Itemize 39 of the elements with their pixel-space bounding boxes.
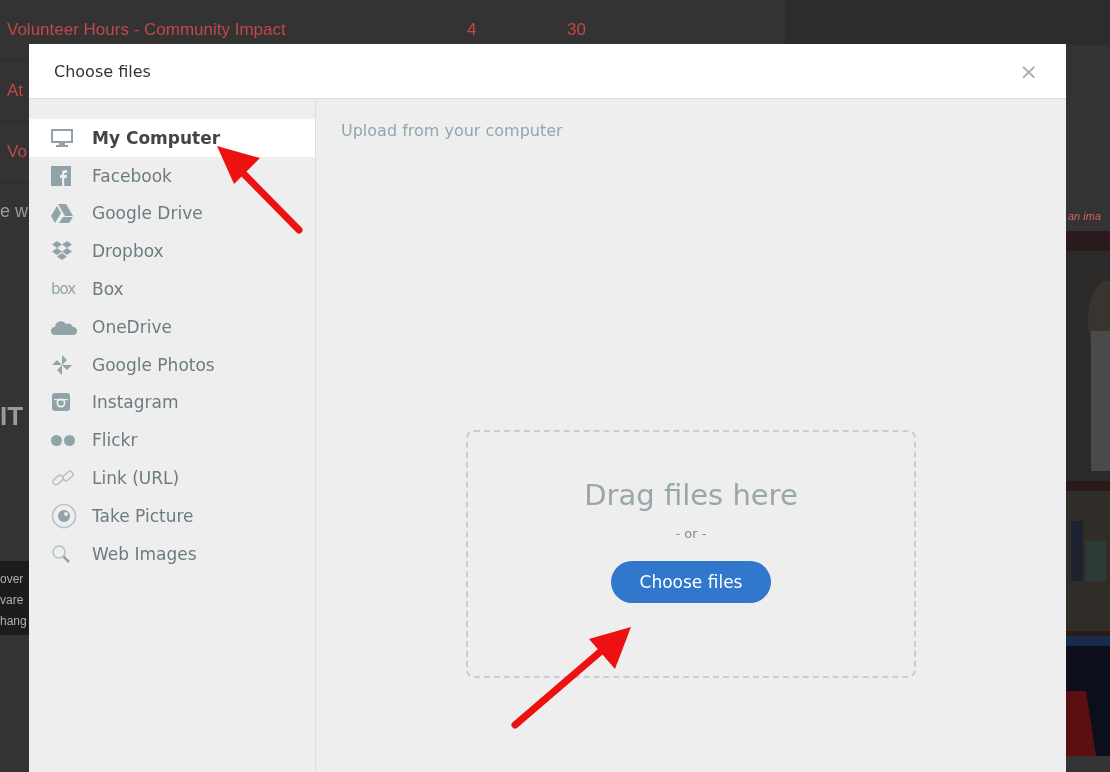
table-cell: 30: [567, 20, 586, 40]
source-item[interactable]: OneDrive: [29, 308, 315, 346]
or-text: - or -: [675, 526, 707, 541]
table-cell-text: At: [7, 81, 25, 101]
monitor-icon: [51, 128, 73, 147]
logo-text: IT: [0, 401, 24, 431]
dialog-title: Choose files: [54, 61, 151, 81]
caption: an ima: [1068, 210, 1102, 222]
instagram-icon: [51, 392, 71, 413]
source-item[interactable]: box Box: [29, 270, 315, 308]
close-button[interactable]: ×: [1015, 58, 1042, 84]
source-item[interactable]: Web Images: [29, 534, 315, 573]
table-cell-text: Vo: [7, 142, 28, 162]
source-item[interactable]: Facebook: [29, 156, 315, 195]
heading: e w: [0, 201, 28, 221]
source-item[interactable]: Flickr: [29, 421, 315, 460]
table-cell-text: 4: [467, 20, 478, 40]
search-icon: [51, 543, 71, 564]
table-cell-text: Volunteer Hours - Community Impact: [7, 20, 287, 40]
source-item[interactable]: Link (URL): [29, 459, 315, 497]
dropbox-icon: [51, 240, 73, 263]
panel-title: Upload from your computer: [341, 121, 564, 140]
dots-icon: [51, 434, 75, 446]
facebook-icon: [51, 165, 71, 186]
source-item[interactable]: Dropbox: [29, 232, 315, 271]
source-item[interactable]: My Computer: [29, 119, 315, 157]
source-item[interactable]: Google Drive: [29, 194, 315, 233]
source-item[interactable]: Google Photos: [29, 345, 315, 384]
drive-icon: [51, 204, 73, 223]
lens-icon: [51, 502, 77, 529]
pinwheel-icon: [51, 353, 73, 376]
choose-files-button[interactable]: Choose files: [611, 561, 771, 603]
source-item[interactable]: Instagram: [29, 383, 315, 422]
box-icon: box: [51, 280, 76, 299]
drop-text: Drag files here: [584, 478, 798, 512]
cloud-icon: [51, 318, 77, 335]
source-item[interactable]: Take Picture: [29, 496, 315, 535]
drop-zone[interactable]: Drag files here - or - Choose files: [466, 430, 916, 678]
banner: over vare hang: [0, 561, 29, 635]
